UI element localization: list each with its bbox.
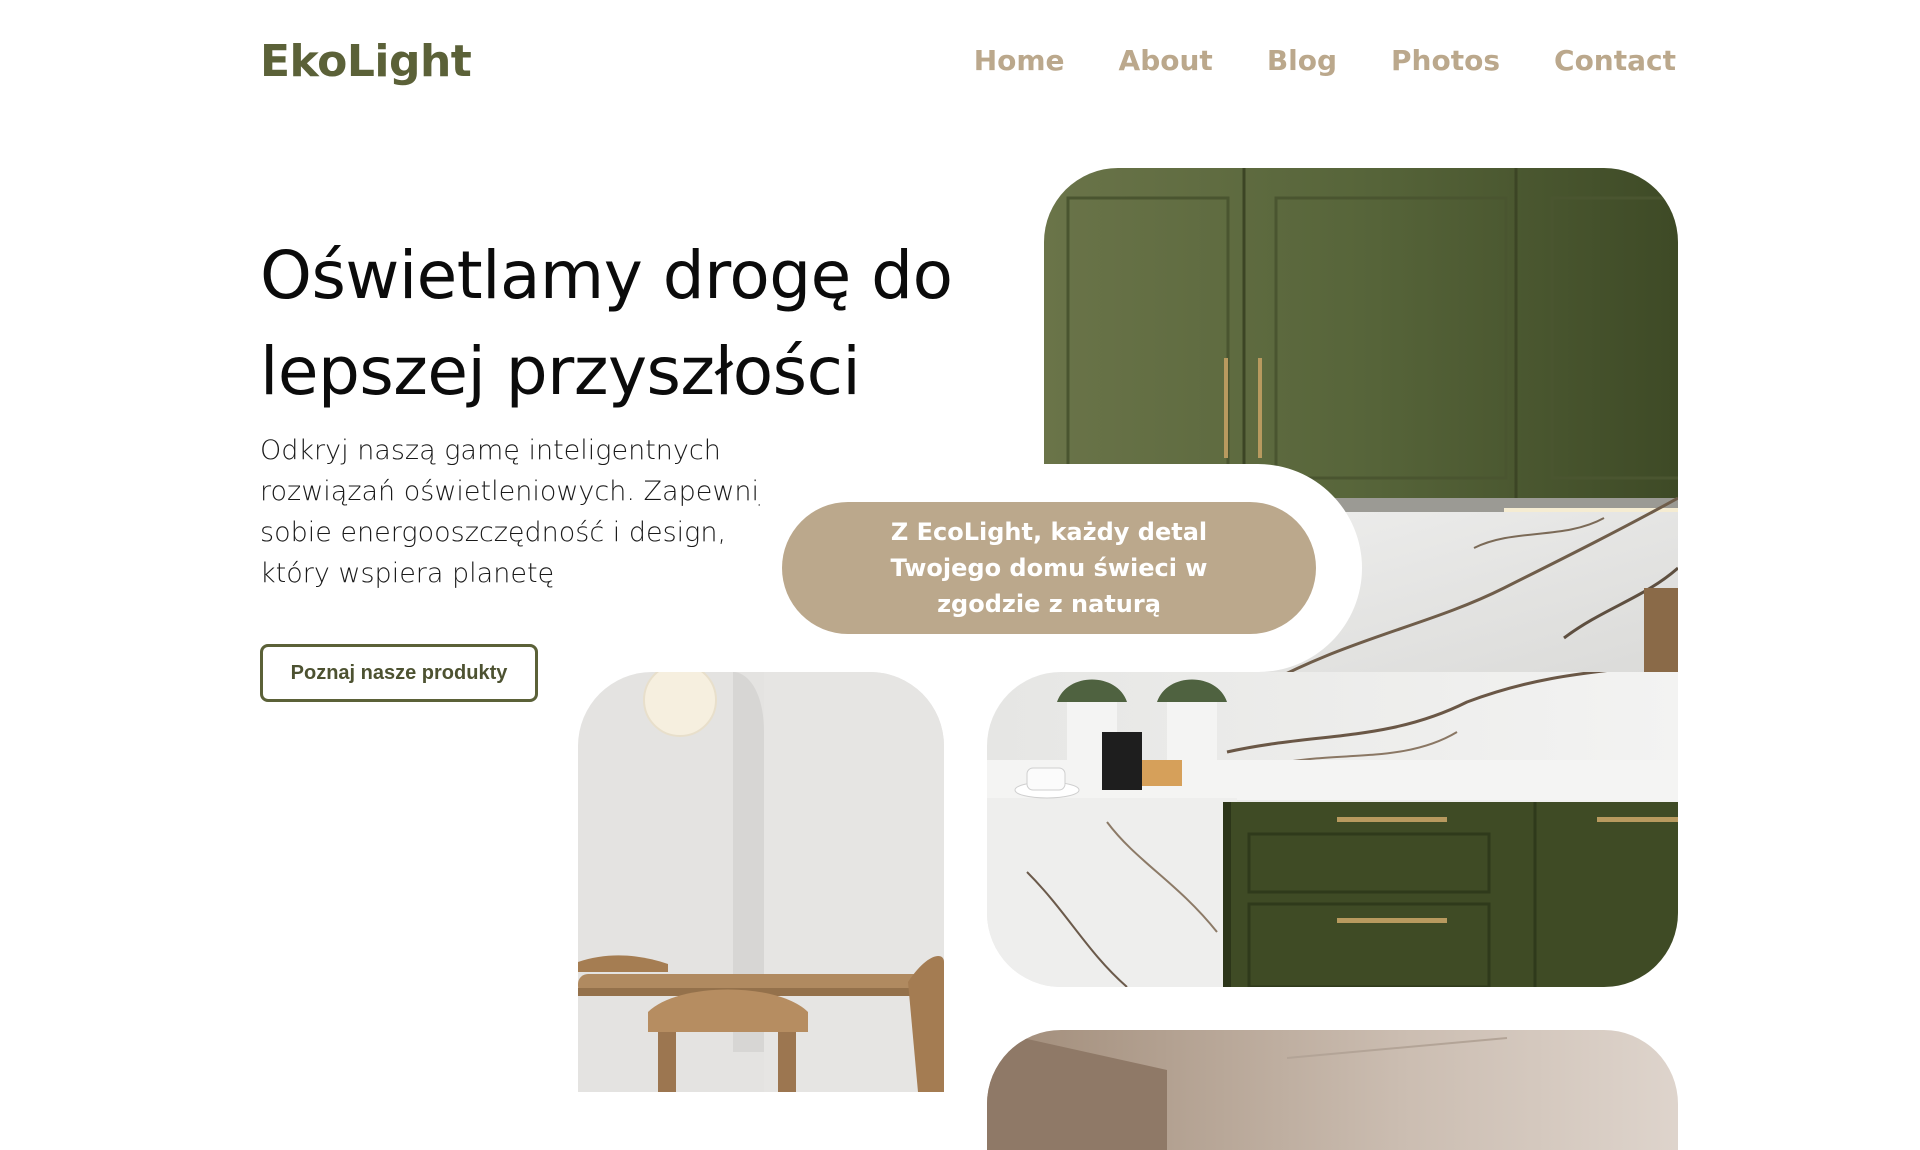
dining-room-image bbox=[578, 672, 944, 1092]
nav-home[interactable]: Home bbox=[974, 44, 1065, 77]
main-nav: Home About Blog Photos Contact bbox=[974, 44, 1676, 77]
kitchen-counter-image bbox=[987, 672, 1678, 987]
eco-badge: Z EcoLight, każdy detal Twojego domu świ… bbox=[782, 502, 1316, 634]
interior-preview-image bbox=[987, 1030, 1678, 1150]
products-cta-button[interactable]: Poznaj nasze produkty bbox=[260, 644, 538, 702]
nav-about[interactable]: About bbox=[1119, 44, 1213, 77]
nav-blog[interactable]: Blog bbox=[1267, 44, 1337, 77]
nav-photos[interactable]: Photos bbox=[1391, 44, 1500, 77]
hero-title: Oświetlamy drogę do lepszej przyszłości bbox=[260, 237, 953, 410]
nav-contact[interactable]: Contact bbox=[1554, 44, 1676, 77]
hero-subtitle: Odkryj naszą gamę inteligentnych rozwiąz… bbox=[260, 435, 767, 589]
brand-logo[interactable]: EkoLight bbox=[260, 36, 472, 87]
